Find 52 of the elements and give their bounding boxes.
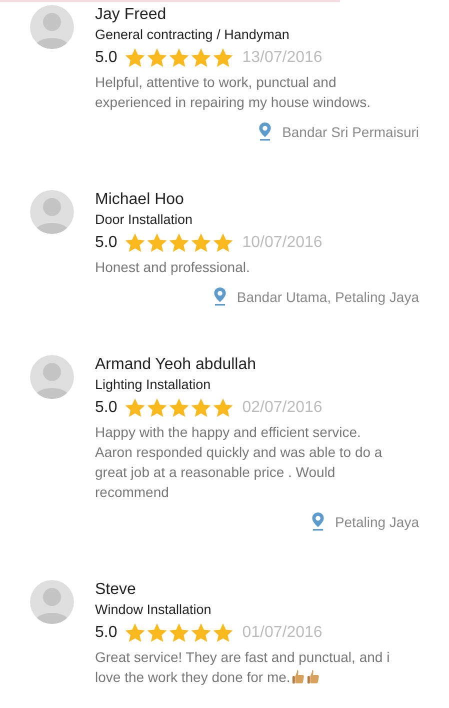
review-comment: Happy with the happy and efficient service. Aaron responded quickly and was able to do a great job at a reasonable price . Would recommend	[95, 423, 384, 502]
star-icon	[190, 622, 212, 644]
star-icon	[190, 232, 212, 254]
review-comment: Helpful, attentive to work, punctual and experienced in repairing my house windows.	[95, 73, 372, 112]
reviewer-name: Armand Yeoh abdullah	[95, 355, 258, 375]
rating-score: 5.0	[95, 49, 118, 67]
avatar-icon	[30, 190, 74, 234]
location-pin-icon	[212, 287, 227, 306]
star-icon	[146, 232, 168, 254]
avatar-icon	[30, 580, 74, 624]
review-comment: Honest and professional.	[95, 258, 251, 277]
location-pin-icon	[258, 122, 272, 141]
rating-score: 5.0	[95, 624, 118, 642]
star-icon	[168, 397, 190, 419]
star-icon	[124, 622, 146, 644]
location-text: Bandar Sri Permaisuri	[282, 124, 419, 140]
rating-score: 5.0	[95, 399, 118, 417]
star-icon	[168, 232, 190, 254]
star-icon	[124, 232, 146, 254]
star-icon	[124, 397, 146, 419]
thumbs-up-icon	[307, 669, 320, 684]
avatar-icon	[30, 5, 74, 49]
star-icon	[212, 232, 234, 254]
star-icon	[212, 47, 234, 69]
reviewer-name: Steve	[95, 580, 137, 600]
reviewer-name: Michael Hoo	[95, 190, 185, 210]
star-icon	[168, 47, 190, 69]
service-category: Lighting Installation	[95, 376, 212, 394]
reviewer-name: Jay Freed	[95, 5, 168, 25]
star-icon	[212, 397, 234, 419]
star-icon	[190, 397, 212, 419]
service-category: Door Installation	[95, 211, 194, 229]
star-icon	[190, 47, 212, 69]
review-comment: Great service! They are fast and punctual, and i love the work they done for me.	[95, 648, 391, 687]
location-text: Petaling Jaya	[334, 514, 419, 530]
review-date: 01/07/2016	[242, 624, 322, 642]
location-text: Bandar Utama, Petaling Jaya	[236, 288, 419, 304]
star-icon	[124, 47, 146, 69]
location-pin-icon	[310, 512, 325, 531]
review-date: 13/07/2016	[242, 49, 322, 67]
service-category: Window Installation	[95, 601, 212, 619]
star-icon	[146, 397, 168, 419]
review-date: 02/07/2016	[242, 399, 322, 417]
rating-score: 5.0	[95, 234, 118, 252]
star-icon	[146, 622, 168, 644]
star-icon	[168, 622, 190, 644]
review-date: 10/07/2016	[242, 234, 322, 252]
star-icon	[146, 47, 168, 69]
service-category: General contracting / Handyman	[95, 26, 290, 44]
avatar-icon	[30, 355, 74, 399]
thumbs-up-icon	[292, 669, 306, 684]
star-icon	[212, 622, 234, 644]
